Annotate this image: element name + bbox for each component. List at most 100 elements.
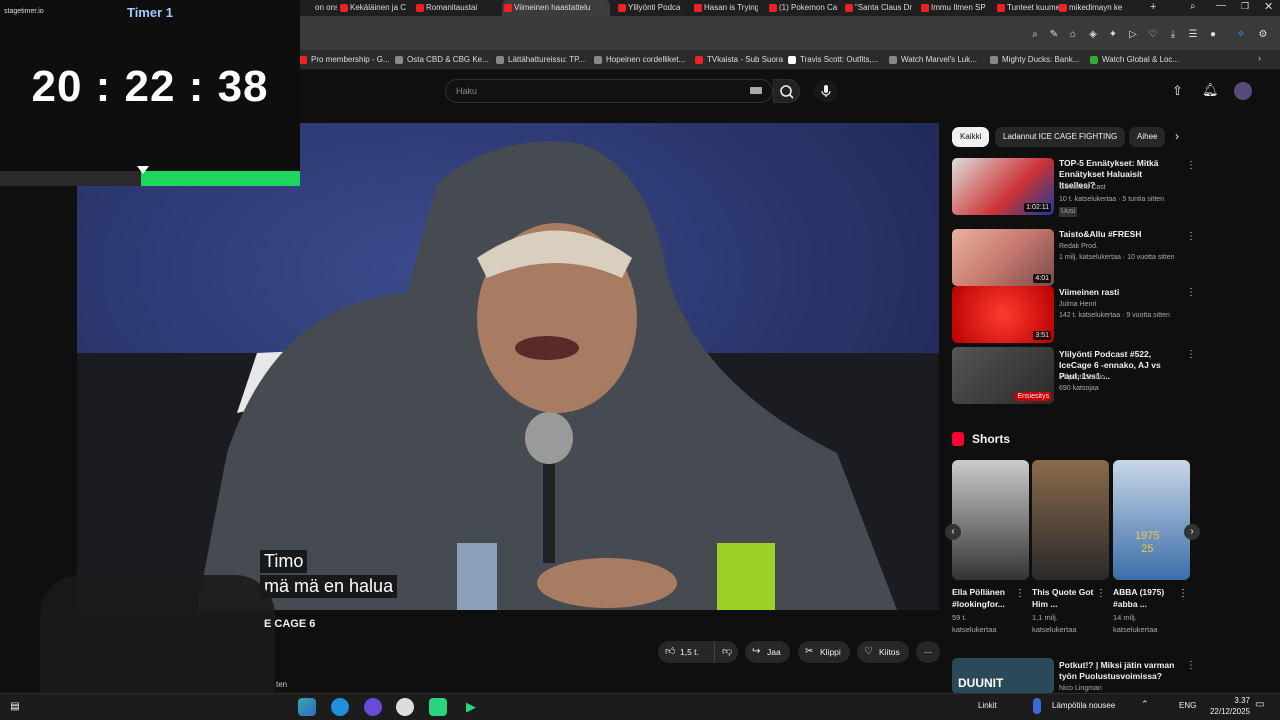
start-icon[interactable]: ▤ [6,698,24,716]
browser-tab-active[interactable]: Viimeinen haastattelu [502,0,610,16]
search-button[interactable] [773,79,800,103]
tray-chevron-icon[interactable]: ⌃ [1141,699,1149,710]
more-icon[interactable]: ⋮ [1015,588,1025,599]
menu-icon[interactable]: ☰ [1186,28,1200,42]
play-app-icon[interactable]: ▶ [462,698,480,716]
browser-tab[interactable]: Kekäläinen ja C [338,0,408,16]
video-title: Taisto&Allu #FRESH [1059,229,1142,239]
settings-icon[interactable]: ⚙ [1256,28,1270,42]
youtube-icon [694,4,702,12]
links-toolbar[interactable]: Linkit [978,701,997,710]
shorts-prev-icon[interactable]: ‹ [945,524,961,540]
thanks-button[interactable]: ♡ Kiitos [857,641,909,663]
more-icon[interactable]: ⋮ [1186,660,1196,671]
clock-time[interactable]: 3.37 [1200,696,1250,705]
recommended-video[interactable]: Ensiesitys Ylilyönti Podcast #522, IceCa… [952,347,1196,404]
recommended-video[interactable]: 1:02:11 TOP-5 Ennätykset: Mitkä Ennätyks… [952,158,1196,218]
bookmark[interactable]: Mighty Ducks: Bank... [990,50,1079,70]
youtube-icon [845,4,853,12]
new-tab-icon[interactable]: + [1150,1,1156,13]
short-thumbnail[interactable] [1032,460,1109,580]
bookmark-icon [1090,56,1098,64]
close-icon[interactable]: ✕ [1264,0,1273,13]
short-thumbnail[interactable] [1113,460,1190,580]
notification-center-icon[interactable]: ▭ [1255,699,1264,710]
bookmark[interactable]: Watch Global & Loc... [1090,50,1179,70]
dislike-button[interactable]: 👎︎ [714,641,738,663]
more-icon[interactable]: ⋮ [1096,588,1106,599]
browser-tab[interactable]: Hasan is Trying [692,0,758,16]
voice-search-button[interactable] [814,80,838,102]
chip-uploaded[interactable]: Ladannut ICE CAGE FIGHTING [995,127,1126,147]
short-thumbnail[interactable] [952,460,1029,580]
restore-icon[interactable]: ❐ [1241,1,1249,12]
browser-tab[interactable]: Immu Ilmen SP [919,0,987,16]
play-icon[interactable]: ▷ [1126,28,1140,42]
more-icon[interactable]: ⋮ [1186,287,1196,298]
edge-icon[interactable] [331,698,349,716]
video-title: Viimeinen rasti [1059,287,1120,297]
search-input[interactable]: Haku [445,79,773,103]
bookmark[interactable]: Lättähattureissu: TP... [496,50,585,70]
browser-tab[interactable]: Ylilyönti Podca [616,0,684,16]
thumbnail-text: DUUNIT [958,676,1004,690]
bookmark[interactable]: Pro membership - G... [299,50,390,70]
share-button[interactable]: ↪ Jaa [745,641,790,663]
language-indicator[interactable]: ENG [1179,701,1196,710]
bookmark[interactable]: Watch Marvel's Luk... [889,50,977,70]
channel-name[interactable]: ten [276,680,287,689]
browser-tab[interactable]: Romanitaustai [414,0,486,16]
short-meta: 59 t. [952,613,967,622]
copilot-icon[interactable]: ✧ [1234,28,1248,42]
like-button[interactable]: 👍︎ 1,5 t. [658,641,714,663]
bookmark[interactable]: Osta CBD & CBG Ke... [395,50,489,70]
bookmark-icon [889,56,897,64]
keyboard-icon[interactable] [750,87,762,94]
chip-related[interactable]: Aihee [1129,127,1165,147]
bookmarks-more-icon[interactable]: › [1258,53,1261,63]
bookmark[interactable]: Travis Scott: Outfits,... [788,50,878,70]
copilot-taskbar-icon[interactable] [298,698,316,716]
edit-icon[interactable]: ✎ [1047,28,1061,42]
browser-tab[interactable]: "Santa Claus Dr [843,0,913,16]
profile-icon[interactable]: ● [1206,28,1220,42]
browser-tab[interactable]: on ons [303,0,337,16]
more-icon[interactable]: ⋮ [1186,349,1196,360]
short-title: ABBA (1975) #abba ... [1113,587,1165,609]
bookmark[interactable]: TVkaista - Sub Suora [695,50,783,70]
video-thumbnail: Ensiesitys [952,347,1054,404]
browser-tab[interactable]: (1) Pokemon Ca [767,0,837,16]
favorite-icon[interactable]: ♡ [1146,28,1160,42]
browser-tab[interactable]: Tunteet kuume [995,0,1061,16]
download-icon[interactable]: ⤓ [1166,28,1180,42]
more-icon[interactable]: ⋮ [1178,588,1188,599]
shield-icon[interactable]: ◈ [1086,28,1100,42]
bookmark-icon [695,56,703,64]
minimize-icon[interactable]: — [1216,0,1226,11]
zoom-icon[interactable]: ⌕ [1028,28,1042,42]
more-actions-button[interactable]: ⋯ [916,641,940,663]
more-icon[interactable]: ⋮ [1186,231,1196,242]
video-player[interactable] [77,123,939,610]
shorts-next-icon[interactable]: › [1184,524,1200,540]
chip-all[interactable]: Kaikki [952,127,990,147]
clip-button[interactable]: ✂ Klippi [798,641,850,663]
discord-icon[interactable] [364,698,382,716]
bookmark[interactable]: Hopeinen cordelliket... [594,50,685,70]
clock-date[interactable]: 22/12/2025 [1196,707,1250,716]
recommended-video[interactable]: 4:01 Taisto&Allu #FRESH Redak Prod. 1 mi… [952,229,1196,286]
more-icon[interactable]: ⋮ [1186,160,1196,171]
notifications-bell-icon[interactable]: 🔔︎ [1202,82,1219,98]
extension-icon[interactable]: ✦ [1106,28,1120,42]
app-icon[interactable] [396,698,414,716]
home-icon[interactable]: ⌂ [1066,28,1080,42]
weather-text[interactable]: Lämpötila nousee [1052,701,1115,710]
chips-next-icon[interactable]: › [1175,129,1179,143]
recommended-video[interactable]: DUUNIT Potkut!? | Miksi jätin varman työ… [952,658,1196,694]
search-tabs-icon[interactable]: ⌕ [1190,1,1196,12]
recommended-video[interactable]: 3:51 Viimeinen rasti Julma Henri 142 t. … [952,285,1196,343]
app-icon[interactable] [429,698,447,716]
avatar[interactable] [1234,82,1252,100]
upload-icon[interactable]: ⇧ [1172,83,1183,99]
browser-tab[interactable]: mikedimayn ke [1057,0,1137,16]
